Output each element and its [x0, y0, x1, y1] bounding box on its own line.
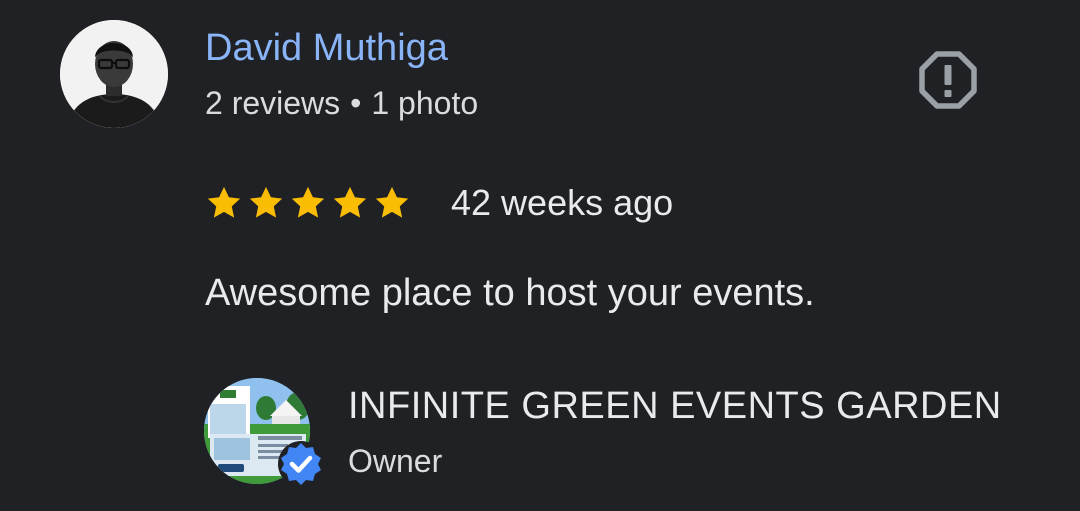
- reviewer-name-link[interactable]: David Muthiga: [205, 22, 448, 74]
- star-icon: [333, 186, 367, 218]
- review-card: David Muthiga 2 reviews • 1 photo 42 weeks…: [0, 0, 1080, 511]
- report-button[interactable]: [916, 48, 980, 112]
- reviewer-meta: 2 reviews • 1 photo: [205, 80, 478, 126]
- star-icon: [291, 186, 325, 218]
- reviews-count: 2 reviews: [205, 85, 341, 121]
- meta-separator: •: [350, 85, 362, 121]
- person-avatar-icon: [60, 20, 168, 128]
- reviewer-avatar[interactable]: [60, 20, 168, 128]
- star-icon: [249, 186, 283, 218]
- star-icon: [375, 186, 409, 218]
- photos-count: 1 photo: [371, 85, 479, 121]
- owner-business-name: INFINITE GREEN EVENTS GARDEN: [348, 385, 1002, 427]
- review-time-ago: 42 weeks ago: [451, 182, 674, 223]
- star-rating: [205, 184, 411, 222]
- review-text: Awesome place to host your events.: [205, 272, 815, 314]
- rating-row: 42 weeks ago: [205, 178, 673, 228]
- report-octagon-icon: [919, 51, 977, 109]
- star-icon: [207, 186, 241, 218]
- verified-badge-icon: [278, 441, 324, 487]
- owner-role-label: Owner: [348, 443, 443, 479]
